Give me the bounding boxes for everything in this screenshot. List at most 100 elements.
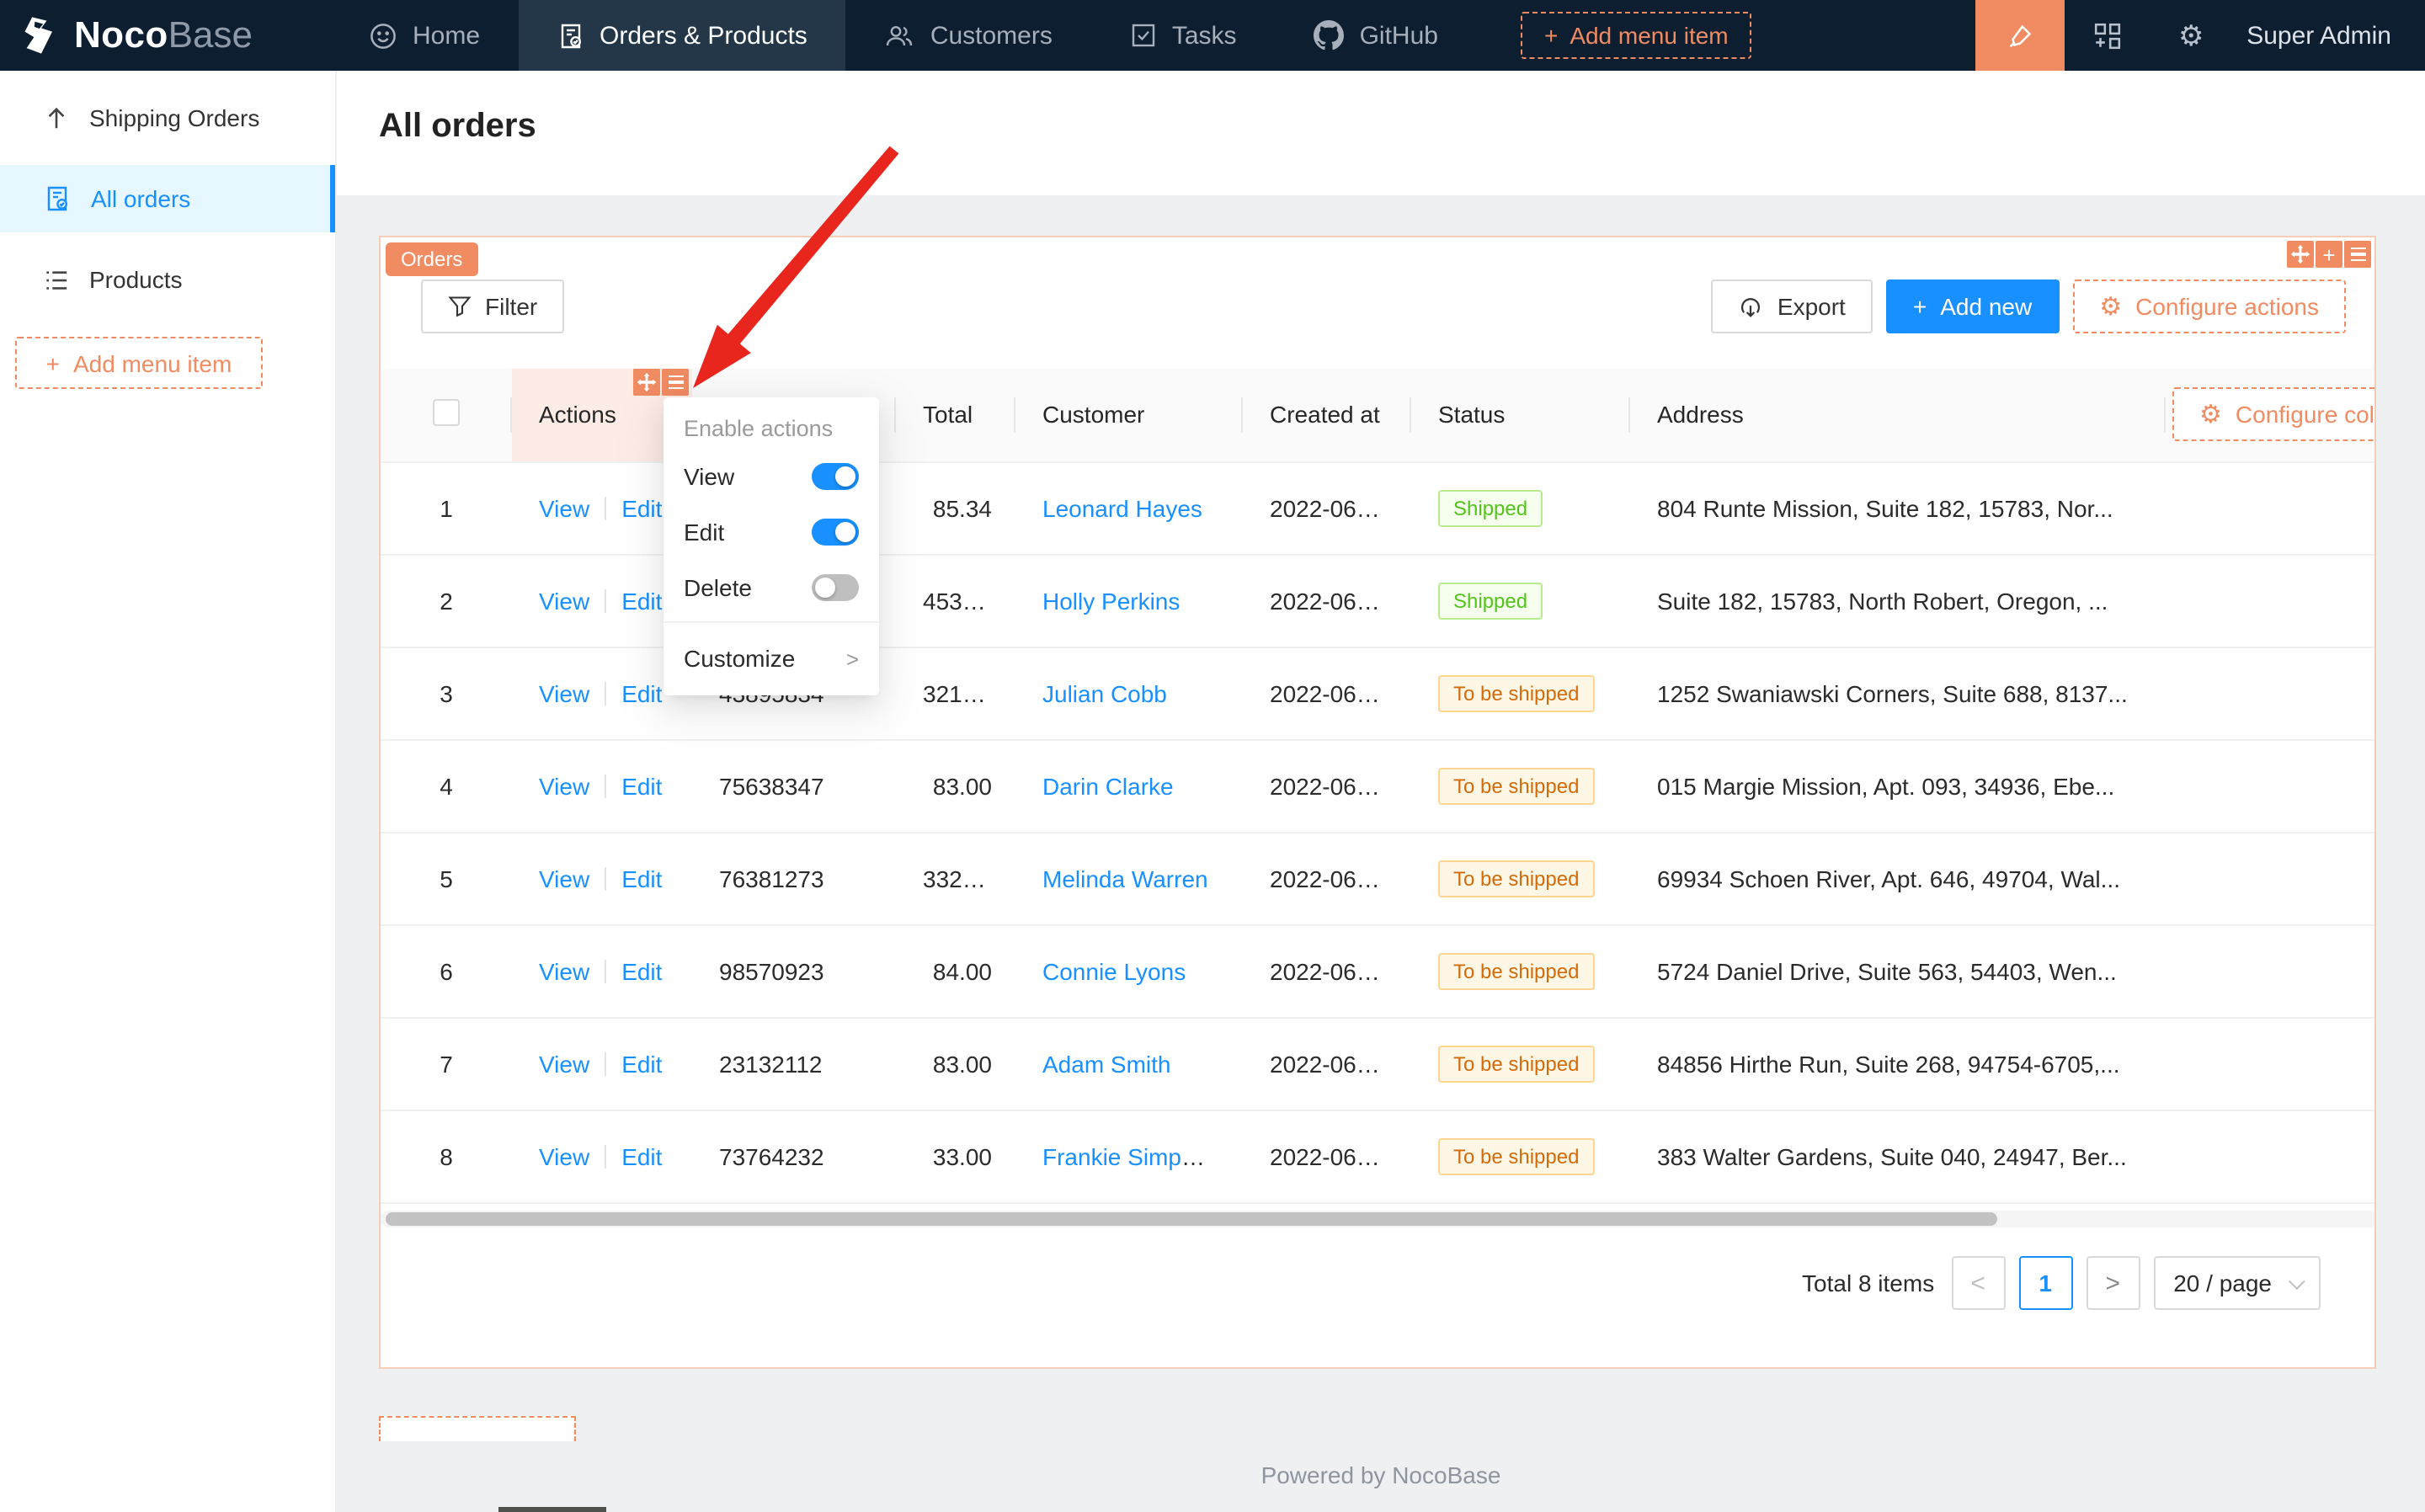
row-view-link[interactable]: View	[539, 587, 589, 614]
status-badge: Shipped	[1438, 489, 1543, 526]
created-at: 2022-06-29	[1270, 587, 1391, 614]
row-view-link[interactable]: View	[539, 494, 589, 521]
row-index: 4	[440, 772, 453, 799]
status-badge: To be shipped	[1438, 952, 1595, 989]
sidebar-item-shipping-orders[interactable]: Shipping Orders	[0, 84, 335, 152]
add-block-icon[interactable]: +	[2316, 241, 2342, 268]
sidebar-item-all-orders[interactable]: All orders	[0, 165, 335, 232]
arrow-up-icon	[44, 105, 69, 130]
column-drag-handle-icon[interactable]	[633, 369, 660, 396]
delete-toggle[interactable]	[812, 573, 859, 600]
status-cell: Shipped	[1411, 554, 1630, 647]
menu-item-edit[interactable]: Edit	[664, 503, 879, 559]
horizontal-scrollbar-thumb[interactable]	[386, 1212, 1997, 1226]
status-cell: Shipped	[1411, 461, 1630, 555]
table-row: 8 View Edit 73764232 33.00 Frankie Simpson 202…	[381, 1110, 2374, 1203]
configure-actions-button[interactable]: ⚙ Configure actions	[2072, 280, 2346, 333]
drag-handle-icon[interactable]	[2287, 241, 2314, 268]
menu-item-delete[interactable]: Delete	[664, 559, 879, 615]
customer-link[interactable]: Julian Cobb	[1042, 679, 1167, 706]
navbar-add-menu-item-button[interactable]: + Add menu item	[1520, 12, 1752, 59]
customer-link[interactable]: Adam Smith	[1042, 1050, 1171, 1077]
actions-divider	[605, 496, 607, 519]
export-button[interactable]: Export	[1711, 280, 1873, 333]
row-edit-link[interactable]: Edit	[621, 1142, 662, 1169]
view-toggle[interactable]	[812, 462, 859, 489]
header-created-at[interactable]: Created at	[1243, 369, 1411, 462]
sidebar-item-products[interactable]: Products	[0, 246, 335, 313]
nav-item-customers[interactable]: Customers	[846, 0, 1091, 71]
nav-item-label: Home	[413, 21, 481, 50]
row-index-cell: 7	[381, 1017, 512, 1110]
row-index: 6	[440, 957, 453, 984]
row-edit-link[interactable]: Edit	[621, 494, 662, 521]
header-customer[interactable]: Customer	[1015, 369, 1243, 462]
table-row: 4 View Edit 75638347 83.00 Darin Clarke 2022-0…	[381, 739, 2374, 833]
row-view-link[interactable]: View	[539, 679, 589, 706]
row-edit-link[interactable]: Edit	[621, 679, 662, 706]
table-row: 6 View Edit 98570923 84.00 Connie Lyons 2022-0…	[381, 924, 2374, 1018]
pagination-next-button[interactable]: >	[2086, 1256, 2140, 1310]
row-edit-link[interactable]: Edit	[621, 957, 662, 984]
created-at: 2022-06-29	[1270, 494, 1391, 521]
header-status[interactable]: Status	[1411, 369, 1630, 462]
status-cell: To be shipped	[1411, 924, 1630, 1018]
nav-item-github[interactable]: GitHub	[1276, 0, 1477, 71]
customer-link[interactable]: Leonard Hayes	[1042, 494, 1202, 521]
pagination-page-1[interactable]: 1	[2018, 1256, 2073, 1310]
add-new-button[interactable]: + Add new	[1885, 280, 2060, 333]
header-total[interactable]: Total	[896, 369, 1015, 462]
user-menu[interactable]: Super Admin	[2233, 21, 2425, 50]
block-collection-tag: Orders	[386, 242, 478, 276]
nav-item-label: Customers	[930, 21, 1053, 50]
nocobase-logo[interactable]: Noco Base	[0, 13, 330, 57]
customer-link[interactable]: Darin Clarke	[1042, 772, 1174, 799]
customer-link[interactable]: Melinda Warren	[1042, 865, 1208, 892]
customer-link[interactable]: Frankie Simpson	[1042, 1142, 1219, 1169]
sidebar-item-label: All orders	[91, 185, 191, 212]
customer-link[interactable]: Connie Lyons	[1042, 957, 1186, 984]
pagination-prev-button[interactable]: <	[1951, 1256, 2006, 1310]
row-edit-link[interactable]: Edit	[621, 1050, 662, 1077]
row-view-link[interactable]: View	[539, 865, 589, 892]
row-edit-link[interactable]: Edit	[621, 587, 662, 614]
block-settings-icon[interactable]	[2344, 241, 2371, 268]
settings-gear-icon[interactable]: ⚙	[2149, 0, 2233, 71]
navbar-menu: Home Orders & Products Customers Tasks G…	[330, 0, 1752, 71]
chevron-down-icon	[2288, 1272, 2305, 1290]
configure-columns-button[interactable]: ⚙ Configure columns	[2172, 387, 2374, 442]
row-edit-link[interactable]: Edit	[621, 865, 662, 892]
row-view-link[interactable]: View	[539, 772, 589, 799]
sidebar-add-menu-item-button[interactable]: + Add menu item	[15, 337, 263, 389]
ui-editor-button[interactable]	[1975, 0, 2065, 71]
nav-item-orders-products[interactable]: Orders & Products	[519, 0, 846, 71]
filter-button[interactable]: Filter	[421, 280, 565, 333]
row-actions-cell: View Edit	[512, 832, 692, 925]
add-block-button[interactable]: + Add block	[379, 1416, 576, 1441]
select-all-checkbox[interactable]	[433, 398, 460, 426]
edit-toggle[interactable]	[812, 518, 859, 545]
menu-item-view[interactable]: View	[664, 448, 879, 503]
page-size-select[interactable]: 20 / page	[2153, 1256, 2321, 1310]
row-view-link[interactable]: View	[539, 1050, 589, 1077]
address-text: 5724 Daniel Drive, Suite 563, 54403, Wen…	[1657, 957, 2117, 984]
filter-icon	[448, 295, 472, 318]
order-number: 75638347	[719, 772, 824, 799]
row-edit-link[interactable]: Edit	[621, 772, 662, 799]
actions-divider	[605, 681, 607, 705]
row-view-link[interactable]: View	[539, 957, 589, 984]
menu-item-customize[interactable]: Customize >	[664, 630, 879, 687]
plugin-blocks-icon[interactable]	[2065, 0, 2149, 71]
column-settings-icon[interactable]	[662, 369, 689, 396]
address-text: 804 Runte Mission, Suite 182, 15783, Nor…	[1657, 494, 2113, 521]
header-address[interactable]: Address	[1630, 369, 2166, 462]
order-total-cell: 83.00	[896, 739, 1015, 833]
configure-column-cell	[2166, 554, 2374, 647]
customer-link[interactable]: Holly Perkins	[1042, 587, 1180, 614]
row-view-link[interactable]: View	[539, 1142, 589, 1169]
created-at: 2022-06-29	[1270, 957, 1391, 984]
nav-item-tasks[interactable]: Tasks	[1091, 0, 1276, 71]
actions-divider	[605, 959, 607, 982]
nav-item-home[interactable]: Home	[330, 0, 519, 71]
sidebar-item-label: Shipping Orders	[89, 104, 260, 131]
